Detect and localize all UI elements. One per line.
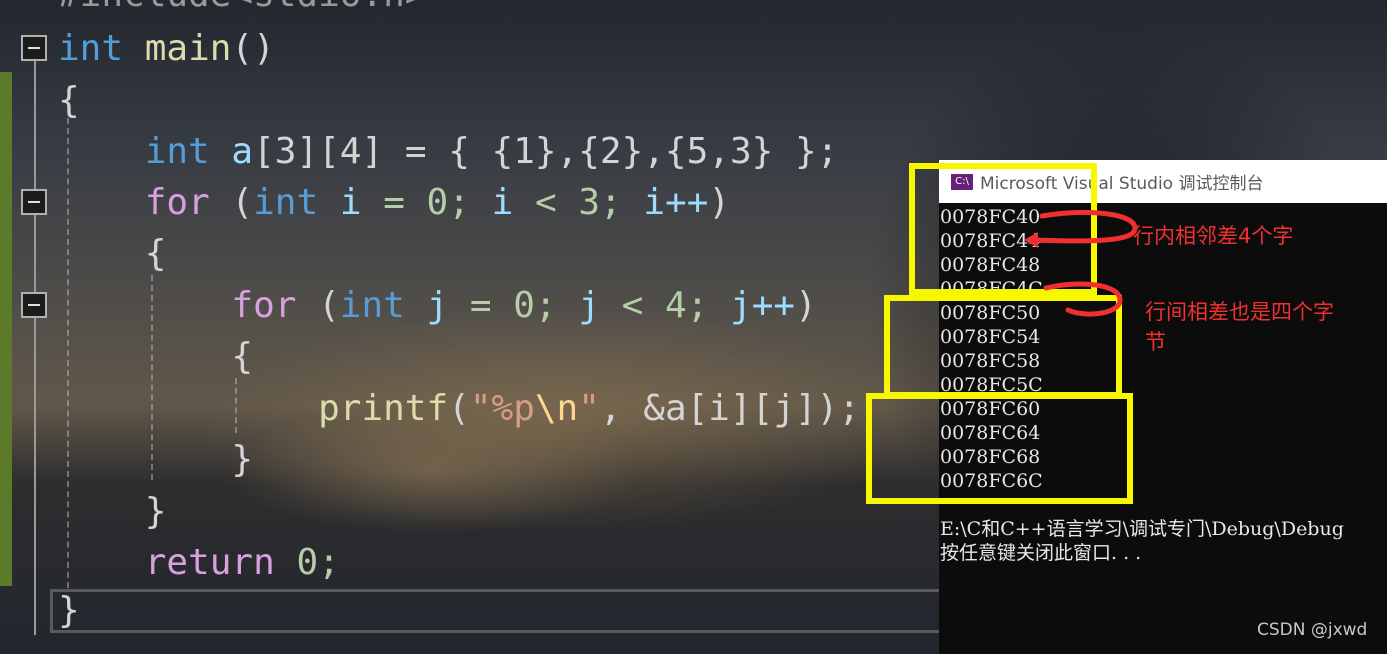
code-line-return: return 0;	[144, 542, 340, 583]
highlight-box-row-3	[866, 393, 1133, 504]
code-line-outer-for: for (int i = 0; i < 3; i++)	[144, 182, 731, 223]
console-exit-path: E:\C和C++语言学习\调试专门\Debug\Debug	[940, 518, 1344, 540]
code-line-brace-close: }	[58, 590, 80, 631]
code-line-inner-brace-close: }	[231, 439, 254, 480]
csdn-watermark: CSDN @jxwd	[1257, 620, 1368, 640]
fold-toggle-inner-for-icon[interactable]	[21, 292, 47, 318]
code-line-brace-open: {	[58, 80, 80, 121]
note-in-row-diff: 行内相邻差4个字	[1133, 224, 1294, 248]
fold-outline-main	[34, 61, 36, 635]
console-prompt: 按任意键关闭此窗口. . .	[940, 542, 1142, 564]
code-line-inner-brace-open: {	[231, 336, 254, 377]
current-line-highlight	[50, 589, 950, 633]
note-between-rows-diff: 行间相差也是四个字	[1145, 300, 1334, 324]
red-arrow-icon	[1024, 209, 1138, 248]
fold-toggle-outer-for-icon[interactable]	[21, 189, 47, 215]
fold-toggle-main-icon[interactable]	[21, 35, 47, 61]
code-line-array-decl: int a[3][4] = { {1},{2},{5,3} };	[144, 131, 839, 172]
code-line-printf: printf("%p\n", &a[i][j]);	[318, 388, 861, 429]
code-line-main: int main()	[58, 28, 275, 69]
change-indicator-bar	[0, 72, 12, 586]
code-line-outer-brace-close: }	[144, 491, 167, 532]
red-scribble-icon	[1043, 281, 1123, 317]
note-between-rows-diff-cont: 节	[1145, 330, 1166, 354]
code-line-include: #include<stdio.h>	[58, 0, 426, 20]
code-line-outer-brace-open: {	[144, 233, 167, 274]
code-line-inner-for: for (int j = 0; j < 4; j++)	[231, 285, 817, 326]
